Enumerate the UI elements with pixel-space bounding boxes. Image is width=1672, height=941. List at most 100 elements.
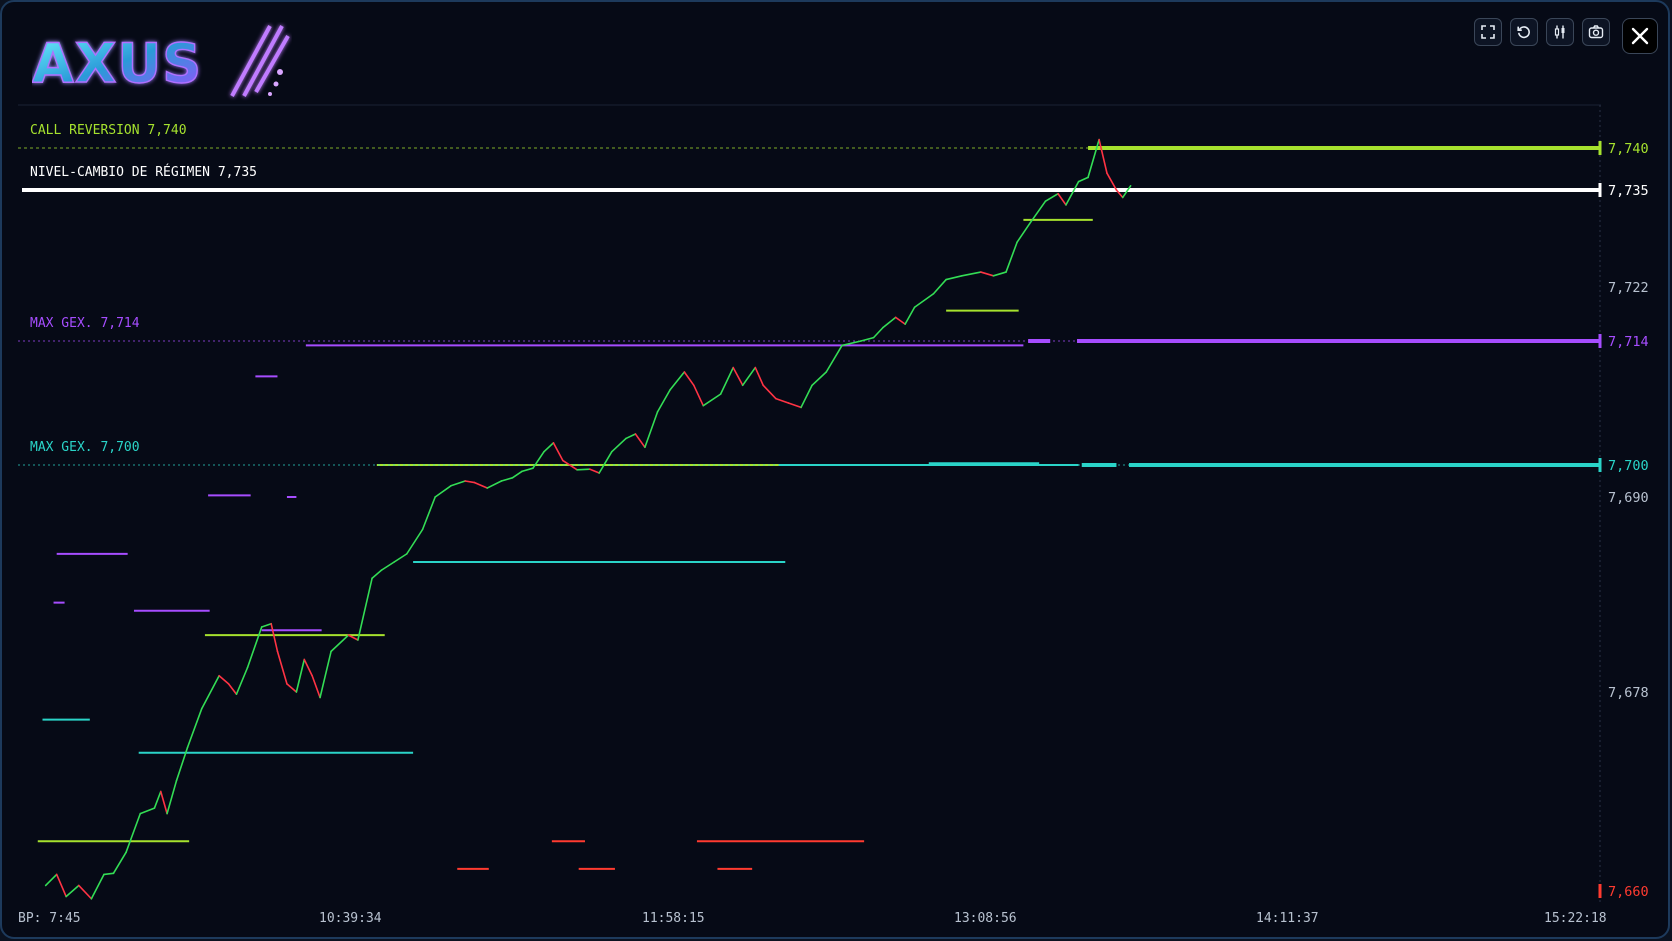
price-segment [159,790,168,815]
price-segment [500,476,514,482]
price-segment [625,433,637,440]
price-segment [486,480,503,489]
price-segment [811,371,828,387]
price-segment [762,384,777,400]
price-segment [44,873,58,887]
y-tick-label: 7,714 [1608,334,1649,350]
x-tick-label: BP: 7:45 [18,911,81,926]
price-segment [754,366,764,387]
price-segment [125,812,142,854]
price-segment [270,622,279,653]
y-tick-label: 7,678 [1608,685,1649,701]
price-segment [775,397,790,404]
price-segment [1098,138,1108,174]
price-segment [450,480,466,487]
price-segment [112,851,127,875]
chart-window: AXUS CALL REVERSION 7,740 NIVEL-CAMBIO D… [0,0,1670,939]
price-segment [904,306,916,325]
price-chart: CALL REVERSION 7,740 NIVEL-CAMBIO DE RÉGI… [18,104,1649,926]
price-segment [218,674,230,685]
x-tick-label: 10:39:34 [319,911,382,926]
price-segment [1106,172,1118,191]
price-segment [521,467,534,473]
level-label: NIVEL-CAMBIO DE RÉGIMEN 7,735 [30,164,257,180]
price-segment [295,658,306,693]
price-segment [576,468,591,471]
price-segment [434,484,452,498]
price-segment [860,336,875,342]
price-segment [1057,192,1067,206]
price-segment [656,388,671,413]
price-segment [882,316,897,329]
price-segment [421,496,436,531]
price-segment [393,553,408,563]
level-label: MAX GEX. 7,700 [30,440,140,455]
price-segment [1065,180,1080,206]
price-segment [702,393,722,407]
price-segment [139,807,156,815]
x-tick-label: 14:11:37 [1256,911,1319,926]
price-segment [311,674,321,699]
price-segment [1016,222,1031,244]
price-segment [992,271,1007,277]
price-segment [464,480,476,484]
y-tick-label: 7,722 [1608,280,1649,296]
price-segment [732,366,744,387]
price-segment [787,402,802,409]
price-segment [552,442,564,462]
x-tick-label: 11:58:15 [642,911,705,926]
price-segment [77,884,93,900]
price-segment [186,707,203,749]
price-segment [894,316,906,325]
level-label: CALL REVERSION 7,740 [30,123,187,138]
price-segment [55,873,67,898]
price-segment [872,326,884,339]
price-segment [598,450,613,474]
price-segment [932,278,947,295]
price-segment [669,371,686,391]
price-segment [945,275,963,281]
price-segment [90,873,105,900]
price-segment [1087,138,1100,179]
price-segment [693,384,705,407]
price-segment [276,650,288,685]
price-segment [371,569,383,580]
price-segment [741,366,757,387]
price-segment [235,666,249,696]
price-segment [800,384,813,409]
price-segment [357,577,373,641]
price-segment [543,442,555,453]
price-segment [588,468,600,474]
price-segment [961,271,982,277]
price-segment [1077,176,1089,183]
price-segment [200,674,220,710]
y-tick-label: 7,740 [1608,141,1649,157]
price-segment [683,371,695,387]
price-segment [103,872,115,876]
level-label: MAX GEX. 7,714 [30,316,140,331]
price-segment [644,411,659,449]
y-tick-label: 7,660 [1608,884,1649,900]
price-segment [380,561,395,571]
price-segment [286,683,298,693]
price-segment [330,634,350,653]
price-segment [260,622,272,628]
price-segment [980,271,995,277]
price-segment [511,470,523,479]
price-segment [634,433,646,449]
price-segment [719,366,735,395]
y-tick-label: 7,735 [1608,183,1649,199]
x-tick-label: 15:22:18 [1544,911,1607,926]
price-segment [610,437,627,453]
price-segment [303,658,313,677]
price-segment [825,344,843,373]
price-segment [246,626,263,669]
price-segment [405,528,424,555]
price-segment [1005,241,1018,273]
price-segment [65,884,80,898]
price-segment [319,650,332,699]
y-tick-label: 7,700 [1608,458,1649,474]
price-segment [473,481,489,489]
price-segment [227,683,238,696]
price-segment [1044,192,1059,202]
